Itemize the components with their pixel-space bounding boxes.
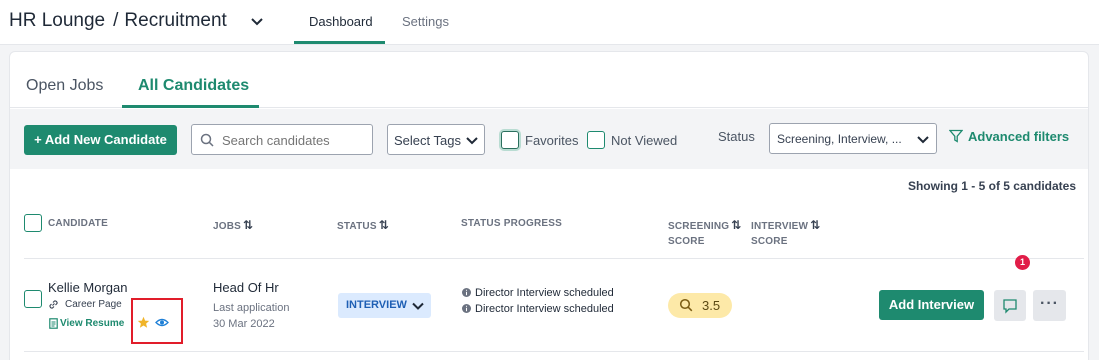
status-progress-text: Director Interview scheduled: [475, 287, 614, 299]
candidate-name[interactable]: Kellie Morgan: [48, 280, 128, 295]
chevron-down-icon[interactable]: [248, 12, 266, 30]
select-all-checkbox[interactable]: [24, 214, 42, 232]
star-icon[interactable]: [137, 316, 150, 329]
tab-open-jobs[interactable]: Open Jobs: [26, 77, 103, 95]
favorites-label: Favorites: [525, 133, 579, 148]
not-viewed-label: Not Viewed: [611, 133, 678, 148]
header-status-progress: STATUS PROGRESS: [461, 218, 562, 229]
add-interview-button[interactable]: Add Interview: [879, 290, 984, 320]
candidates-card: Open Jobs All Candidates + Add New Candi…: [9, 51, 1089, 360]
screening-score-badge[interactable]: 3.5: [668, 293, 732, 318]
header-jobs[interactable]: JOBS ⇅: [213, 218, 253, 232]
select-tags-label: Select Tags: [394, 133, 461, 148]
info-icon: [462, 304, 471, 313]
status-progress-text: Director Interview scheduled: [475, 303, 614, 315]
status-value: INTERVIEW: [346, 299, 407, 311]
row-divider: [24, 351, 1084, 352]
header-interview-score[interactable]: INTERVIEW ⇅: [751, 218, 820, 232]
status-filter-select[interactable]: Screening, Interview, ...: [769, 123, 937, 154]
breadcrumb-separator: /: [113, 10, 119, 31]
search-box[interactable]: [191, 124, 373, 155]
select-tags-dropdown[interactable]: Select Tags: [387, 124, 485, 155]
last-application-label: Last application: [213, 302, 290, 314]
add-new-candidate-button[interactable]: + Add New Candidate: [24, 125, 177, 155]
status-filter-value: Screening, Interview, ...: [777, 132, 902, 146]
search-icon: [200, 133, 214, 147]
advanced-filters-label: Advanced filters: [968, 129, 1070, 144]
favorites-checkbox[interactable]: [501, 131, 519, 149]
chevron-down-icon: [466, 137, 478, 145]
document-icon: [49, 318, 58, 329]
header-divider: [24, 258, 1084, 259]
active-tab-indicator: [294, 41, 385, 44]
filters-bar: + Add New Candidate Select Tags Favorite…: [10, 109, 1088, 169]
comments-button[interactable]: [994, 290, 1026, 321]
breadcrumb: HR Lounge / Recruitment: [9, 10, 227, 32]
not-viewed-checkbox[interactable]: [587, 131, 605, 149]
row-checkbox[interactable]: [24, 290, 42, 308]
last-application-date: 30 Mar 2022: [213, 318, 275, 330]
header-candidate: CANDIDATE: [48, 218, 108, 229]
header-screening-score-line2: SCORE: [668, 236, 705, 247]
top-navbar: HR Lounge / Recruitment Dashboard Settings: [0, 0, 1099, 45]
magnifier-icon: [679, 298, 693, 312]
candidate-source-label: Career Page: [65, 299, 122, 310]
tab-all-candidates[interactable]: All Candidates: [138, 77, 249, 95]
more-actions-button[interactable]: ···: [1033, 290, 1066, 321]
filter-icon: [949, 129, 963, 143]
sort-icon: ⇅: [810, 218, 821, 232]
screening-score-value: 3.5: [702, 298, 721, 313]
status-dropdown[interactable]: INTERVIEW: [338, 293, 431, 318]
section-name[interactable]: Recruitment: [124, 10, 226, 31]
view-resume-label: View Resume: [60, 318, 125, 329]
results-count: Showing 1 - 5 of 5 candidates: [907, 179, 1076, 193]
more-icon: ···: [1040, 295, 1059, 312]
header-screening-score[interactable]: SCREENING ⇅: [668, 218, 742, 232]
header-interview-score-line2: SCORE: [751, 236, 788, 247]
eye-icon[interactable]: [155, 317, 169, 328]
status-filter-label: Status: [718, 129, 755, 144]
comment-count-badge: 1: [1015, 255, 1030, 270]
active-subtab-indicator: [122, 105, 259, 108]
info-icon: [462, 288, 471, 297]
tab-settings[interactable]: Settings: [402, 14, 449, 29]
tab-dashboard[interactable]: Dashboard: [309, 14, 373, 29]
sort-icon: ⇅: [731, 218, 742, 232]
sort-icon: ⇅: [378, 218, 389, 232]
header-status[interactable]: STATUS ⇅: [337, 218, 389, 232]
subtabs: Open Jobs All Candidates: [10, 52, 1088, 108]
link-icon: [49, 300, 58, 309]
sort-icon: ⇅: [243, 218, 254, 232]
search-input[interactable]: [222, 131, 367, 149]
job-title[interactable]: Head Of Hr: [213, 280, 279, 295]
chevron-down-icon: [917, 136, 929, 144]
comment-icon: [1003, 299, 1017, 314]
chevron-down-icon: [412, 302, 424, 310]
app-name[interactable]: HR Lounge: [9, 10, 105, 31]
